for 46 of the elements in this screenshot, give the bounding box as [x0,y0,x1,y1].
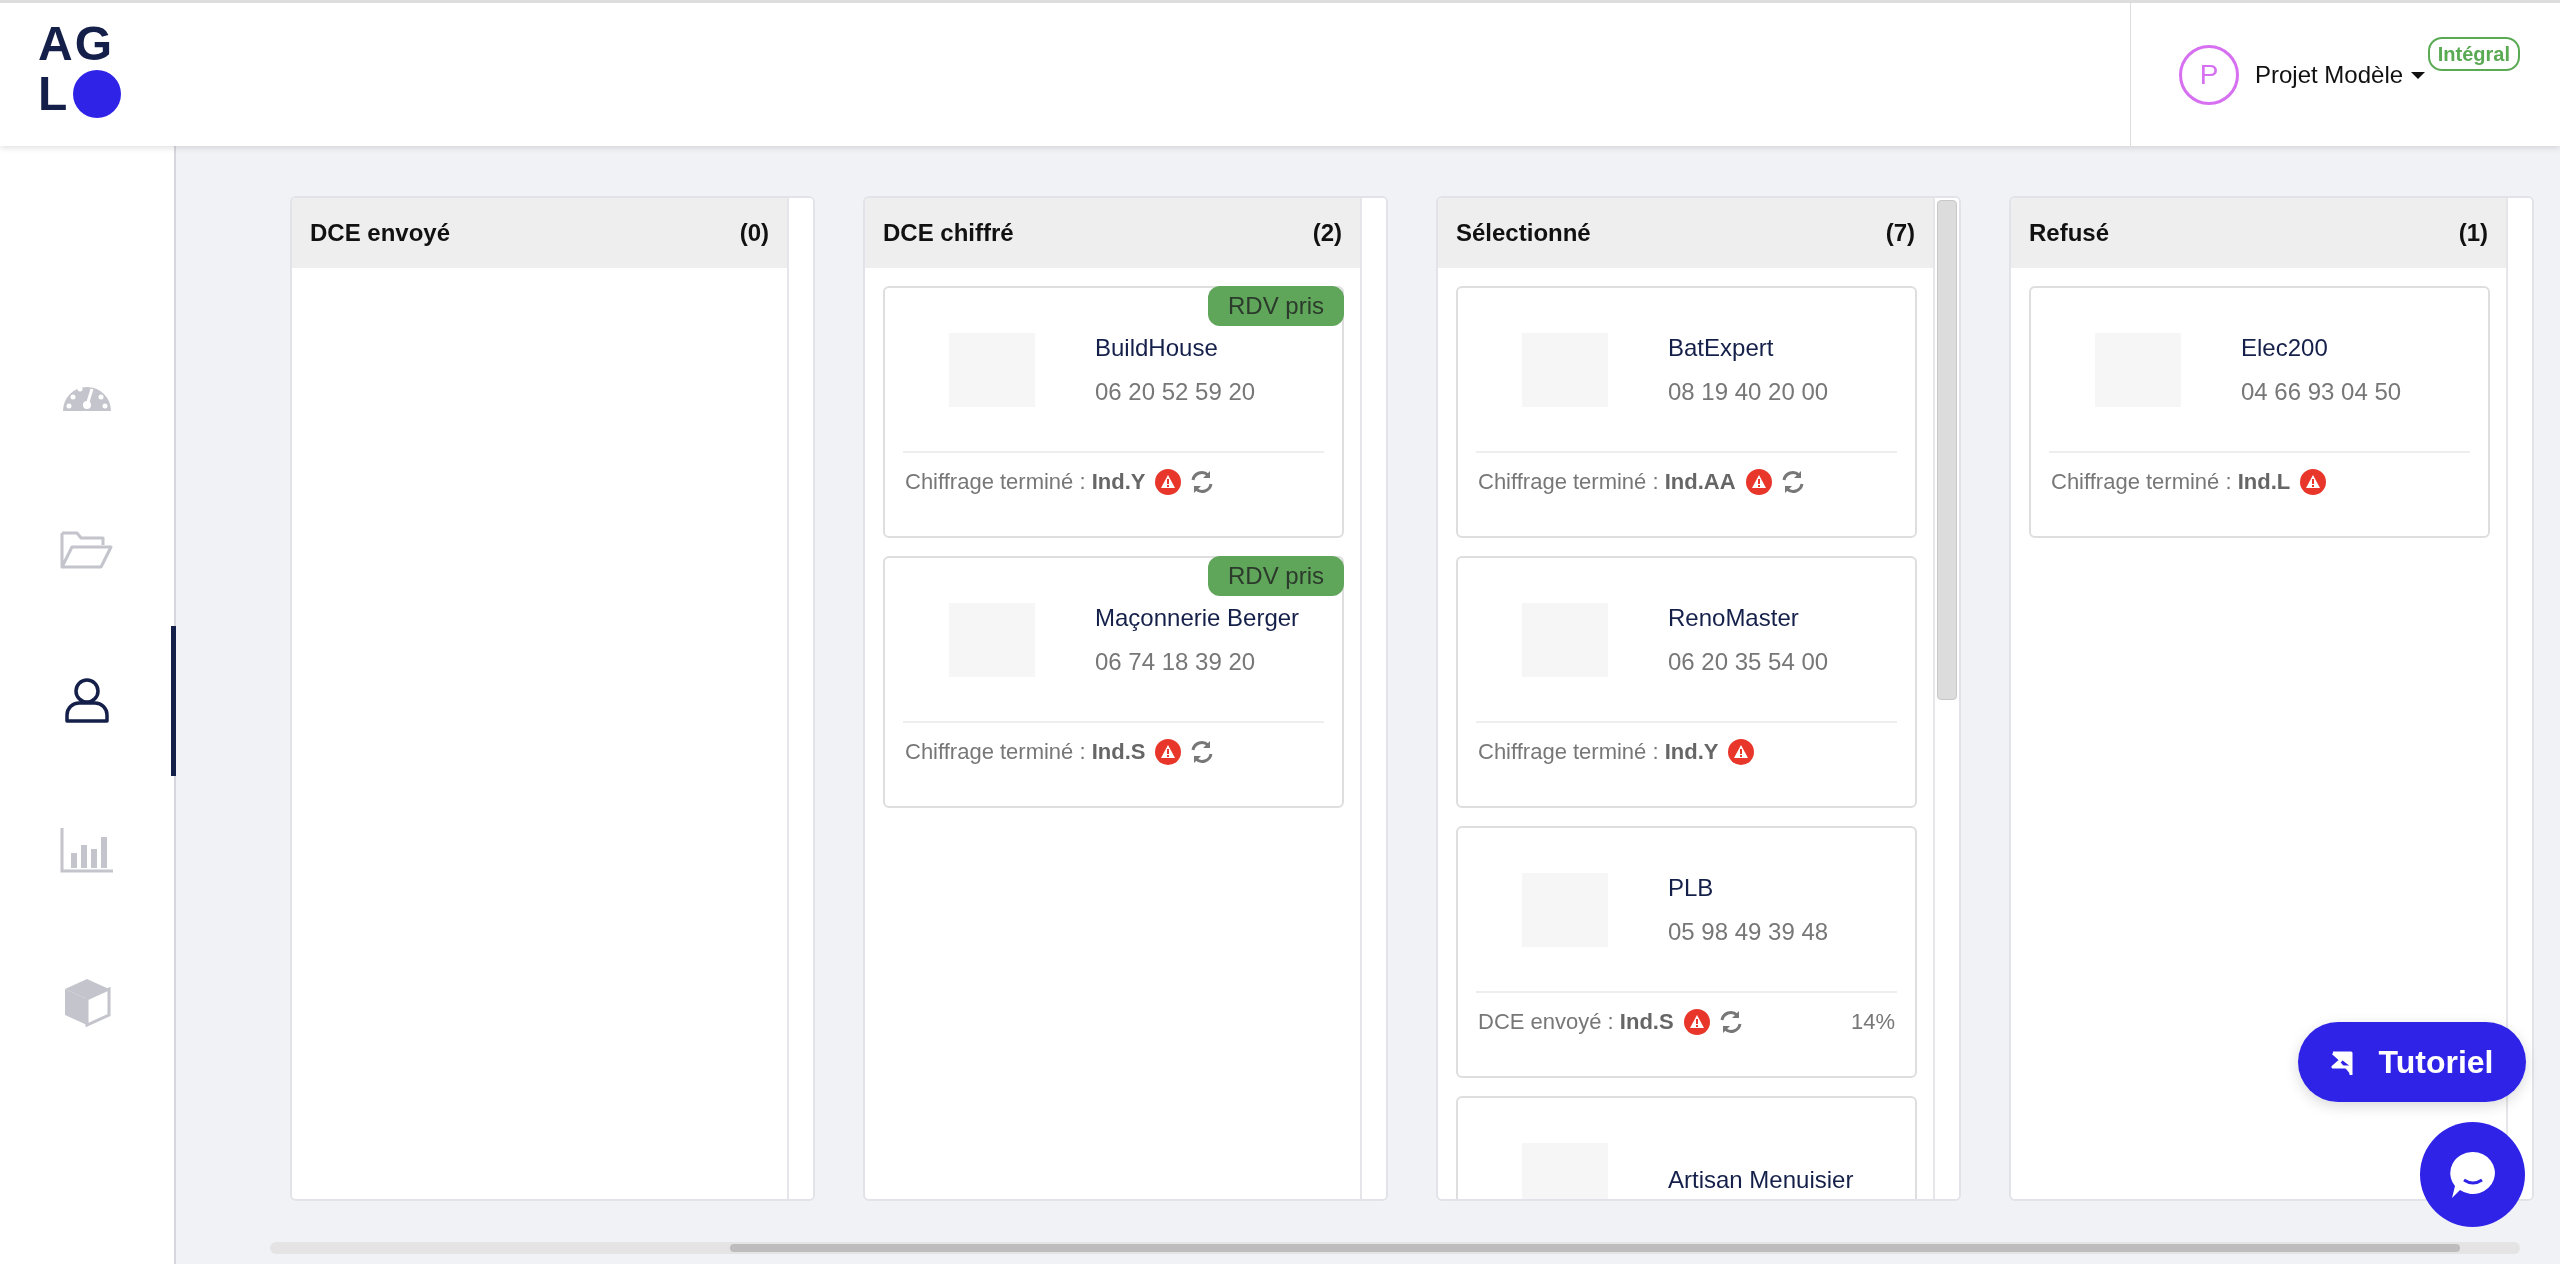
supplier-card[interactable]: RDV pris BuildHouse 06 20 52 59 20 Chiffrage terminé : Ind.Y [883,286,1344,538]
company-name: RenoMaster [1668,602,1800,633]
column-title: Refusé [2029,218,2110,248]
company-name: Elec200 [2241,332,2329,363]
column-title: DCE chiffré [883,218,1014,248]
status-text: Chiffrage terminé : Ind.Y [1478,738,1719,766]
status-text: Chiffrage terminé : Ind.AA [1478,468,1736,496]
phone-number: 04 66 93 04 50 [2241,376,2402,407]
phone-number: 06 74 18 39 20 [1095,646,1257,677]
plan-badge: Intégral [2427,37,2520,71]
supplier-card[interactable]: Artisan Menuisier [1456,1096,1917,1199]
supplier-card[interactable]: RDV pris Maçonnerie Berger 06 74 18 39 20 Chiffrage terminé : Ind.S [883,556,1344,808]
column-title: Sélectionné [1456,218,1591,248]
column-count: (7) [1885,218,1915,248]
company-name: BuildHouse [1095,332,1219,363]
column-count: (0) [739,218,769,248]
supplier-card[interactable]: BatExpert 08 19 40 20 00 Chiffrage terminé : Ind.AA [1456,286,1917,538]
supplier-card[interactable]: Elec200 04 66 93 04 50 Chiffrage terminé : Ind.L [2029,286,2490,538]
phone-number: 08 19 40 20 00 [1668,376,1829,407]
logo-text: L [38,69,70,119]
company-name: Artisan Menuisier [1668,1164,1854,1195]
scrollbar-thumb[interactable] [1937,200,1957,700]
company-name: Maçonnerie Berger [1095,602,1300,633]
status-text: DCE envoyé : Ind.S [1478,1008,1674,1036]
phone-number: 05 98 49 39 48 [1668,916,1829,947]
logo-dot [73,70,122,118]
tutorial-button[interactable]: Tutoriel [2298,1022,2526,1102]
company-name: PLB [1668,872,1715,903]
appointment-badge: RDV pris [1208,286,1344,326]
supplier-card[interactable]: PLB 05 98 49 39 48 DCE envoyé : Ind.S 14% [1456,826,1917,1078]
status-text: Chiffrage terminé : Ind.Y [905,468,1146,496]
logo-text: AG [38,19,115,69]
phone-number: 06 20 52 59 20 [1095,376,1256,407]
status-text: Chiffrage terminé : Ind.S [905,738,1146,766]
appointment-badge: RDV pris [1208,556,1344,596]
project-selector[interactable]: Projet Modèle [2255,56,2426,93]
column-title: DCE envoyé [310,218,451,248]
supplier-card[interactable]: RenoMaster 06 20 35 54 00 Chiffrage terminé : Ind.Y [1456,556,1917,808]
company-name: BatExpert [1668,332,1775,363]
scrollbar-thumb[interactable] [730,1244,2460,1252]
phone-number: 06 20 35 54 00 [1668,646,1829,677]
column-count: (2) [1312,218,1342,248]
progress-percent: 14% [1850,1008,1895,1036]
status-text: Chiffrage terminé : Ind.L [2051,468,2291,496]
column-count: (1) [2458,218,2488,248]
caret-icon [2411,69,2426,80]
